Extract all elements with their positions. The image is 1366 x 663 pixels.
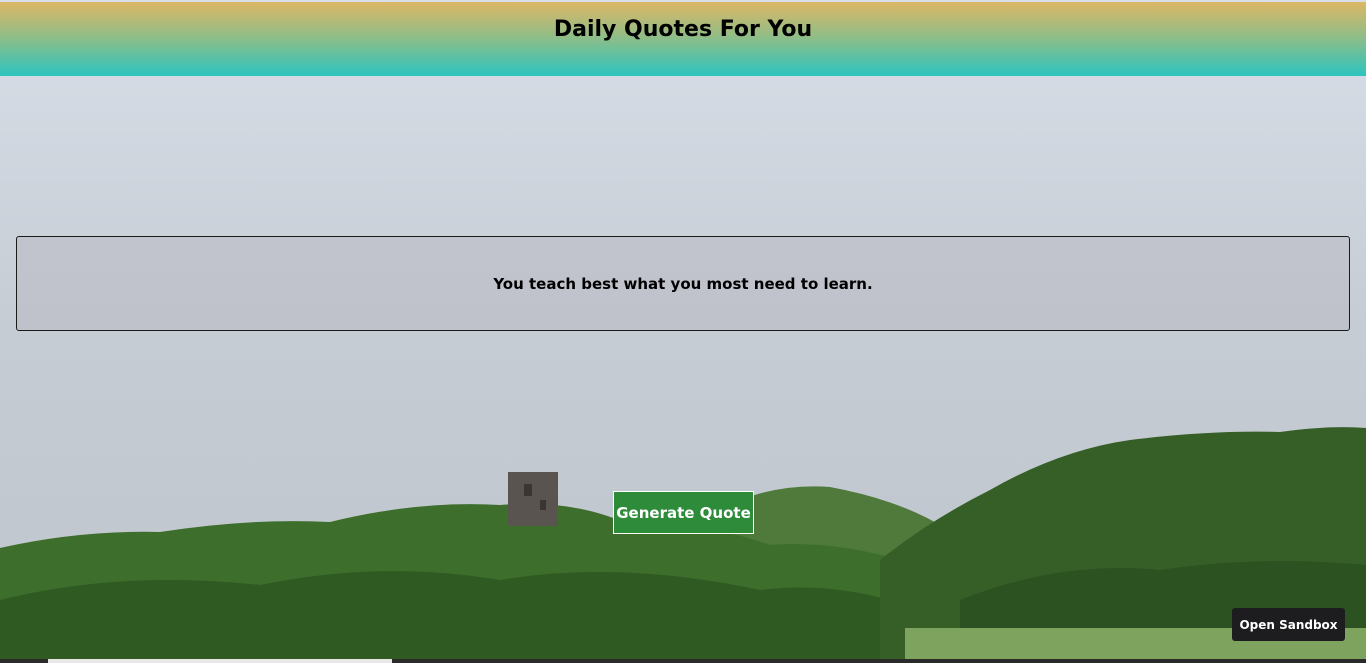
- quote-card: You teach best what you most need to lea…: [16, 236, 1350, 331]
- page-title: Daily Quotes For You: [553, 17, 813, 42]
- app-page: Daily Quotes For You You teach best what…: [0, 0, 1366, 663]
- horizontal-scrollbar[interactable]: [0, 659, 1366, 663]
- castle-window: [540, 500, 546, 510]
- scrollbar-thumb[interactable]: [48, 659, 392, 663]
- open-sandbox-button[interactable]: Open Sandbox: [1232, 608, 1345, 641]
- background-landscape-image: [0, 0, 1366, 663]
- page-header: Daily Quotes For You: [0, 2, 1366, 76]
- castle-tower: [508, 472, 558, 526]
- quote-text: You teach best what you most need to lea…: [493, 274, 873, 293]
- castle-window: [524, 484, 532, 496]
- generate-quote-button[interactable]: Generate Quote: [613, 491, 754, 534]
